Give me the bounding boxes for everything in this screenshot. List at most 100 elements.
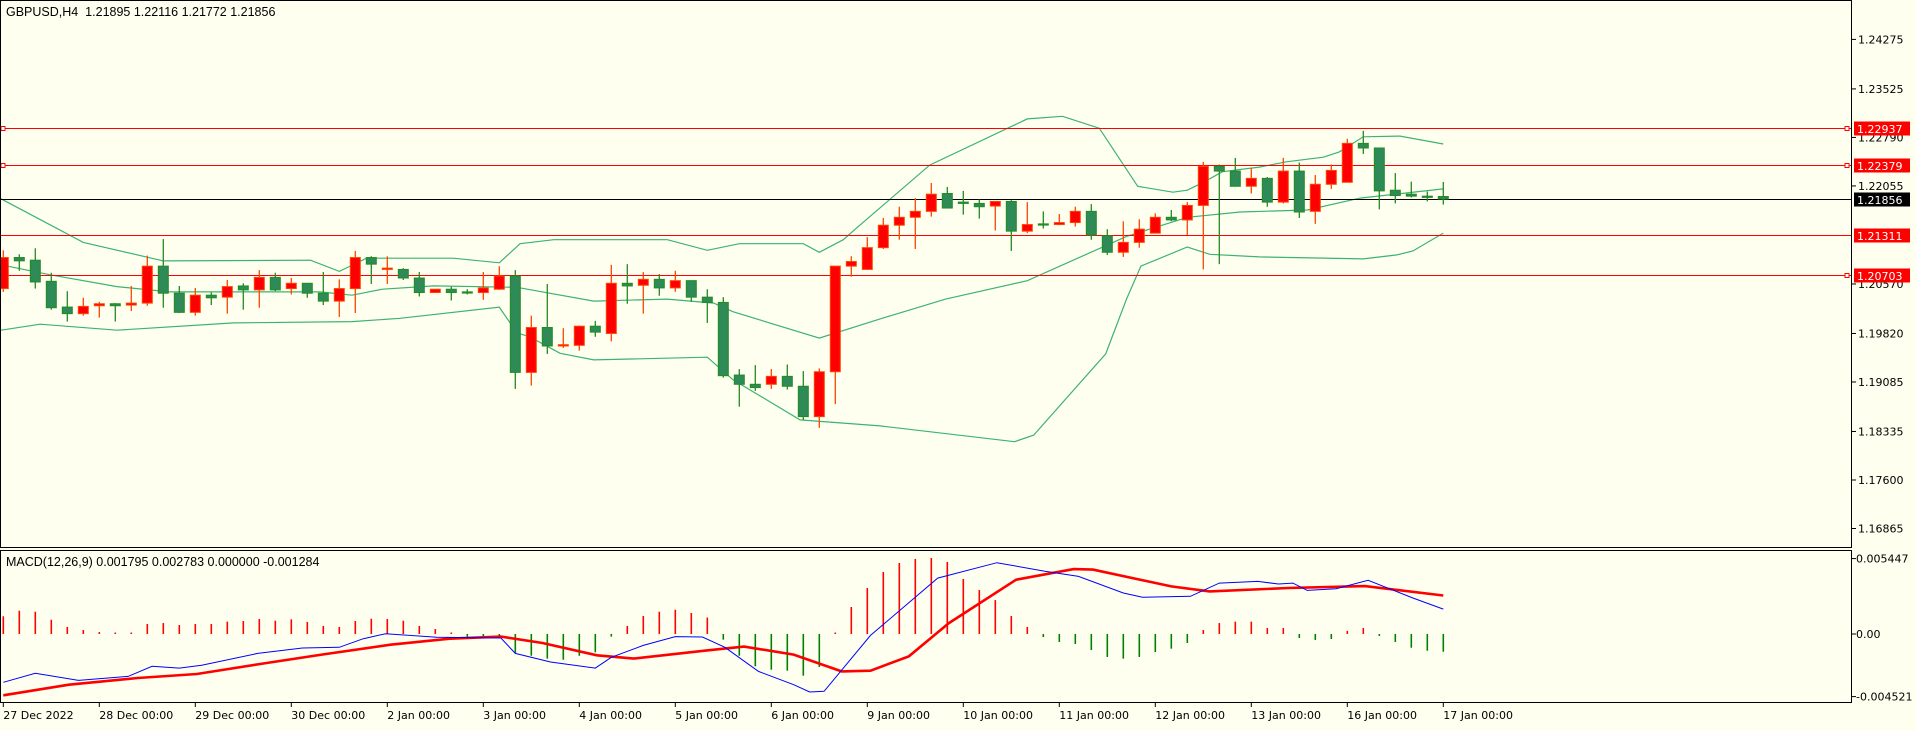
line-anchor-handle[interactable] [1844,126,1850,131]
level-price-label: 1.20703 [1857,270,1903,283]
price-axis-label: 1.16865 [1858,523,1904,536]
candle-body [317,292,329,302]
candle-body [93,303,105,307]
candle-body [845,261,857,267]
candle-body [733,374,745,385]
candle-body [669,280,681,289]
candle-body [1277,170,1289,203]
candle-body [461,291,473,294]
line-anchor-handle[interactable] [1844,163,1850,168]
candle-body [397,268,409,279]
candle-body [45,280,57,309]
candle-body [1245,177,1257,187]
candle-body [1021,224,1033,232]
price-axis-label: 1.18335 [1858,425,1904,438]
line-anchor-handle[interactable] [1844,273,1850,278]
candle-body [861,247,873,270]
candle-body [573,325,585,346]
candle-body [1149,216,1161,234]
candle-body [77,305,89,315]
candle-body [701,296,713,303]
candle-body [1101,235,1113,253]
candle-bearish [717,297,729,378]
level-price-label: 1.21311 [1857,230,1903,243]
candle-body [333,288,345,302]
candle-body [29,259,41,283]
candle-body [1357,142,1369,149]
candle-body [925,193,937,212]
candle-body [301,282,313,294]
macd-axis-label: 0.00 [1856,628,1881,641]
line-anchor-handle[interactable] [0,126,6,131]
candle-body [1261,177,1273,203]
candle-body [941,193,953,209]
candle-body [157,265,169,294]
candle-body [493,275,505,290]
candle-body [381,267,393,270]
candle-body [1005,200,1017,232]
price-axis-label: 1.23525 [1858,83,1904,96]
candle-bullish [429,288,441,294]
candle-body [349,257,361,290]
candle-body [813,371,825,418]
candle-body [109,303,121,307]
candle-body [477,287,489,294]
candle-body [253,276,265,291]
price-axis-label: 1.22055 [1858,180,1904,193]
macd-title: MACD(12,26,9) 0.001795 0.002783 0.000000… [6,555,319,569]
candle-body [125,302,137,306]
candle-body [797,385,809,418]
time-axis-label: 16 Jan 00:00 [1347,709,1417,722]
candle-body [1341,142,1353,183]
candle-body [749,383,761,389]
candle-bearish [1261,177,1273,207]
time-axis-label: 27 Dec 2022 [3,709,73,722]
candle-body [1165,216,1177,221]
candle-body [0,257,9,290]
trading-terminal: 1.24275 1.23525 1.22790 1.22055 1.20570 1.198… [0,0,1916,727]
candle-body [781,375,793,387]
candle-body [1229,170,1241,187]
candle-body [1421,195,1433,198]
candle-body [413,277,425,294]
candle-body [765,375,777,385]
time-axis-label: 13 Jan 00:00 [1251,709,1321,722]
candle-body [365,257,377,265]
candle-body [1197,165,1209,206]
price-chart[interactable]: 1.242751.235251.227901.220551.205701.198… [0,0,1916,727]
candle-body [637,278,649,286]
price-axis-label: 1.19820 [1858,327,1904,340]
candle-body [61,306,73,315]
line-anchor-handle[interactable] [0,163,6,168]
time-axis-label: 11 Jan 00:00 [1059,709,1129,722]
time-axis-label: 2 Jan 00:00 [387,709,450,722]
candle-body [893,216,905,226]
candle-bearish [509,270,521,389]
candle-body [957,201,969,204]
candle-body [1309,183,1321,212]
candle-body [621,282,633,287]
candle-bullish [1341,138,1353,183]
time-axis-label: 9 Jan 00:00 [867,709,930,722]
candle-body [269,276,281,291]
time-axis-label: 12 Jan 00:00 [1155,709,1225,722]
candle-body [141,265,153,304]
candle-body [205,294,217,299]
time-axis-label: 6 Jan 00:00 [771,709,834,722]
candle-body [589,325,601,333]
candle-body [1069,210,1081,224]
candle-body [541,327,553,347]
candle-body [525,327,537,373]
candle-body [237,285,249,291]
candle-body [445,288,457,294]
candle-body [1037,223,1049,226]
price-axis-label: 1.17600 [1858,474,1904,487]
candle-body [1053,222,1065,226]
candle-body [173,292,185,313]
time-axis-label: 30 Dec 00:00 [291,709,365,722]
time-axis-label: 3 Jan 00:00 [483,709,546,722]
time-axis-label: 17 Jan 00:00 [1443,709,1513,722]
candle-body [605,282,617,334]
candle-body [1213,165,1225,172]
symbol-title: GBPUSD,H4 1.21895 1.22116 1.21772 1.2185… [6,5,275,19]
